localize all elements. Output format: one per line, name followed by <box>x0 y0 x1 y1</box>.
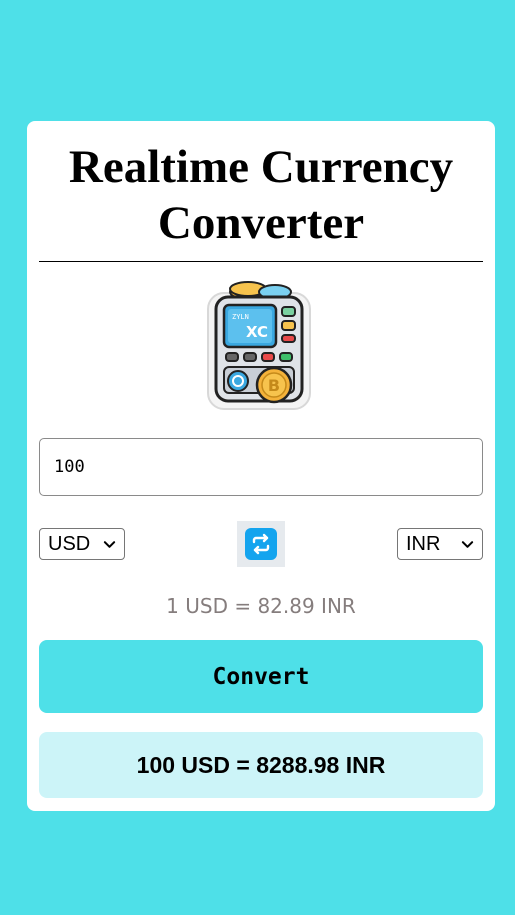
currency-exchange-machine-icon: ZYLN XC B <box>207 281 311 410</box>
from-currency-value: USD <box>48 532 91 555</box>
to-currency-select[interactable]: INR <box>397 528 483 560</box>
exchange-rate-text: 1 USD = 82.89 INR <box>166 594 356 618</box>
conversion-result: 100 USD = 8288.98 INR <box>39 732 483 798</box>
converter-card: Realtime Currency Converter ZYLN XC B 10… <box>27 121 495 811</box>
convert-button[interactable]: Convert <box>39 640 483 713</box>
to-currency-value: INR <box>406 532 441 555</box>
chevron-down-icon <box>103 540 116 548</box>
svg-text:B: B <box>268 376 280 395</box>
chevron-down-icon <box>461 540 474 548</box>
swap-currencies-button[interactable] <box>237 521 285 567</box>
svg-text:XC: XC <box>246 323 268 341</box>
from-currency-select[interactable]: USD <box>39 528 125 560</box>
amount-input[interactable] <box>39 438 483 496</box>
svg-text:ZYLN: ZYLN <box>232 313 249 321</box>
swap-arrows-icon <box>245 528 277 560</box>
page-title: Realtime Currency Converter <box>68 141 454 249</box>
title-divider <box>39 261 483 262</box>
